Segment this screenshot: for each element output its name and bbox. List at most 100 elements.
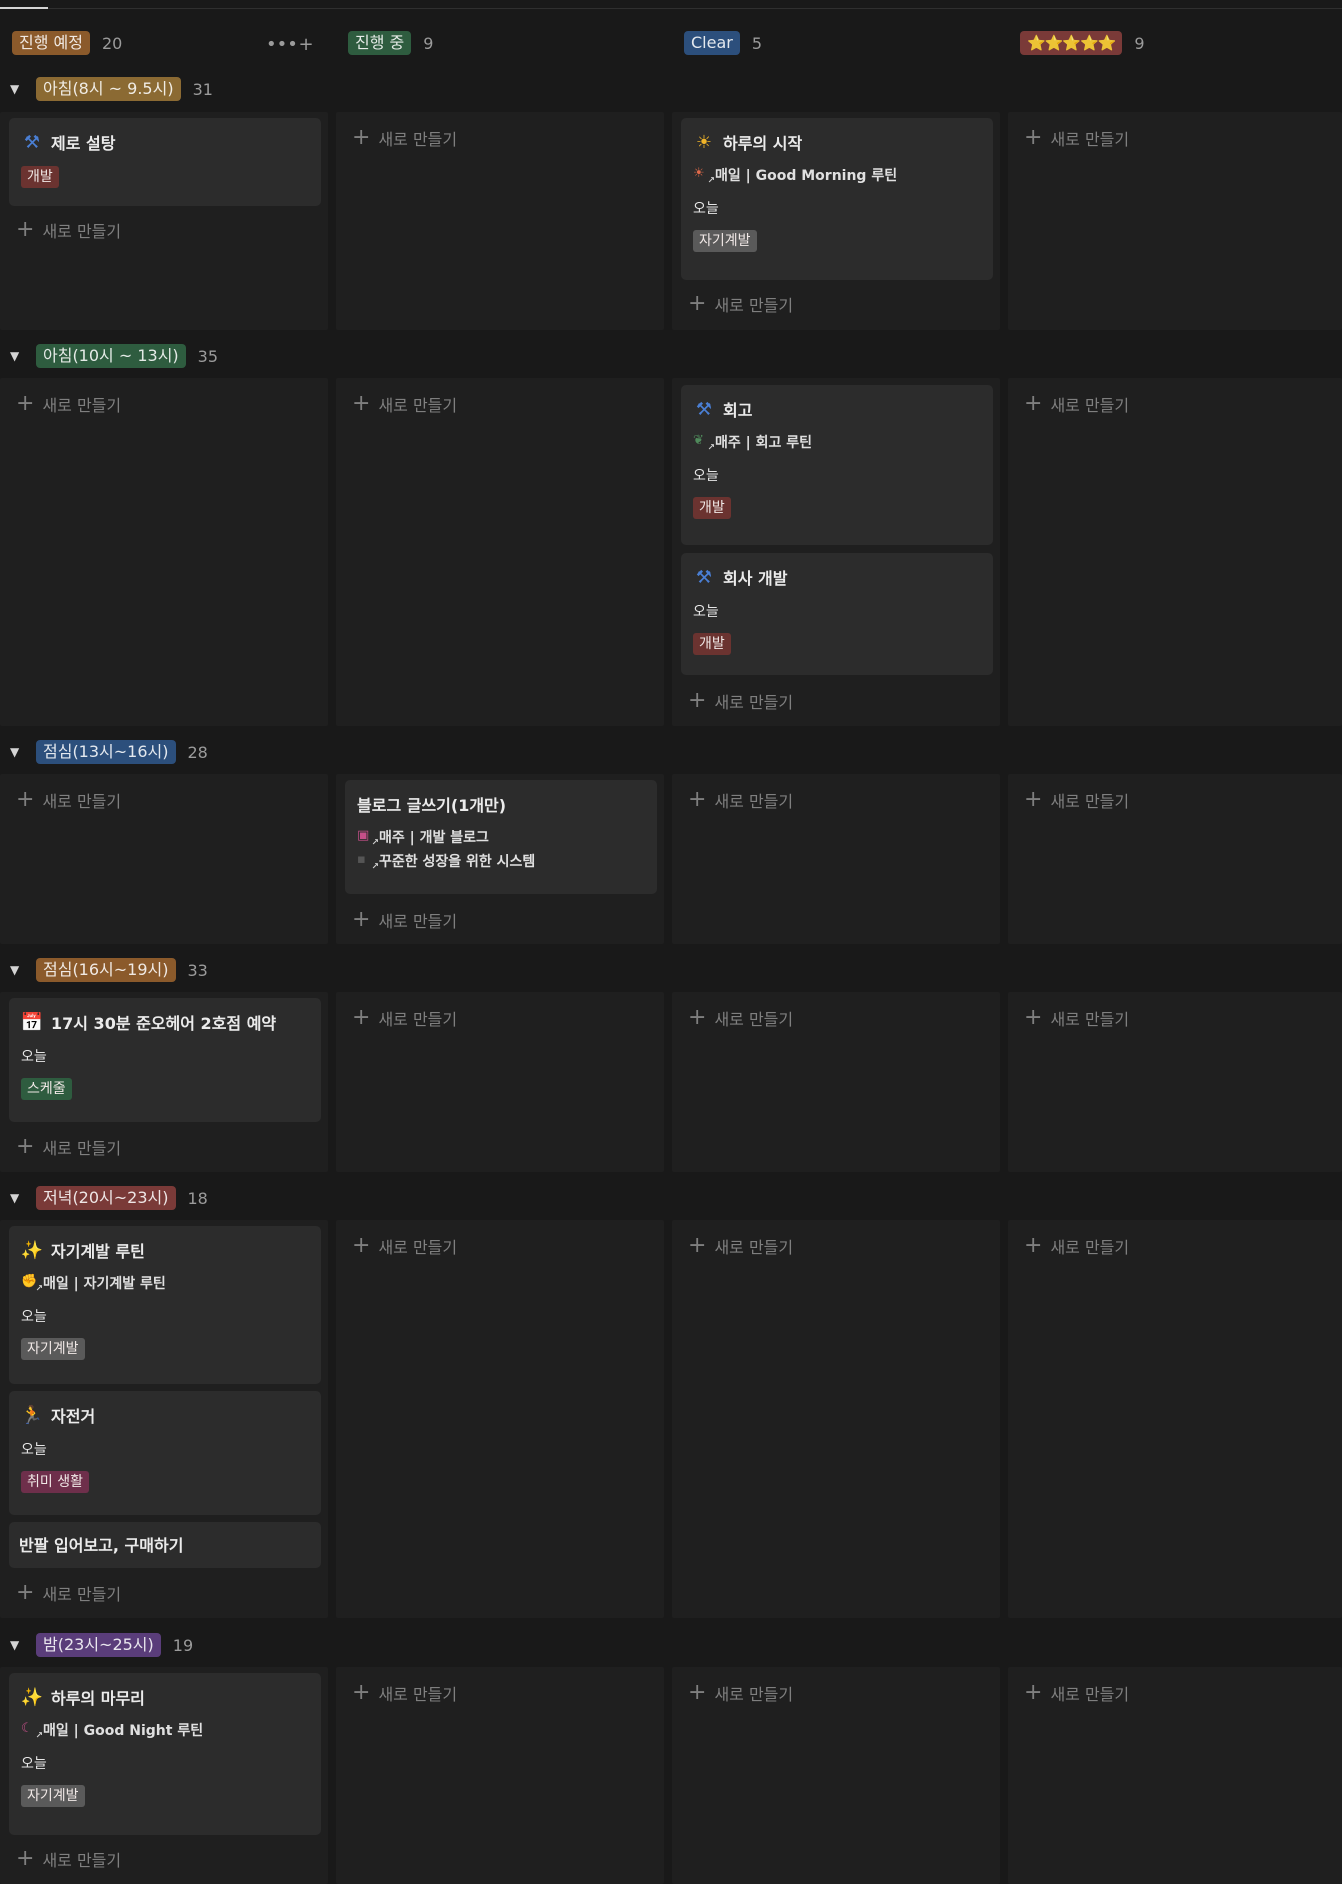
column-count: 9	[423, 33, 434, 53]
collapse-triangle-icon[interactable]: ▼	[10, 1638, 26, 1652]
new-item-button[interactable]: + 새로 만들기	[1024, 392, 1129, 416]
column-header-todo[interactable]: 진행 예정 20	[12, 30, 122, 56]
board-cell	[672, 1220, 1000, 1618]
new-item-button[interactable]: + 새로 만들기	[352, 908, 457, 932]
card-self-dev-routine[interactable]: ✨ 자기계발 루틴 ✊ ↗ 매일 | 자기계발 루틴 오늘 자기계발	[9, 1226, 321, 1384]
plus-icon: +	[688, 1005, 707, 1030]
new-item-button[interactable]: + 새로 만들기	[16, 392, 121, 416]
card-bicycle[interactable]: 🏃 자전거 오늘 취미 생활	[9, 1391, 321, 1515]
column-tag: 진행 예정	[12, 31, 90, 55]
card-title: 자기계발 루틴	[51, 1242, 145, 1261]
new-item-label: 새로 만들기	[378, 1685, 458, 1704]
relation-link[interactable]: ✊ ↗ 매일 | 자기계발 루틴	[21, 1272, 309, 1294]
board-cell	[336, 378, 664, 726]
relation-link[interactable]: ▪ ↗ 꾸준한 성장을 위한 시스템	[357, 850, 645, 872]
leaf-icon: ❦ ↗	[693, 433, 715, 453]
card-end-of-day[interactable]: ✨ 하루의 마무리 ☾ ↗ 매일 | Good Night 루틴 오늘 자기계발	[9, 1673, 321, 1835]
collapse-triangle-icon[interactable]: ▼	[10, 963, 26, 977]
new-item-label: 새로 만들기	[42, 396, 122, 415]
relation-link[interactable]: ☀ ↗ 매일 | Good Morning 루틴	[693, 164, 981, 186]
new-item-button[interactable]: + 새로 만들기	[352, 126, 457, 150]
new-item-button[interactable]: + 새로 만들기	[1024, 788, 1129, 812]
relation-link[interactable]: ▣ ↗ 매주 | 개발 블로그	[357, 826, 645, 848]
plus-icon: +	[688, 1680, 707, 1705]
collapse-triangle-icon[interactable]: ▼	[10, 82, 26, 96]
new-item-label: 새로 만들기	[714, 296, 794, 315]
new-item-button[interactable]: + 새로 만들기	[688, 292, 793, 316]
new-item-label: 새로 만들기	[1050, 1010, 1130, 1029]
sun-icon: ☀	[695, 131, 713, 153]
new-item-button[interactable]: + 새로 만들기	[16, 1847, 121, 1871]
calendar-icon: 📅	[20, 1011, 44, 1033]
tag-chip: 자기계발	[693, 230, 757, 252]
new-item-button[interactable]: + 새로 만들기	[688, 1006, 793, 1030]
plus-icon: +	[352, 907, 371, 932]
plus-icon: +	[352, 125, 371, 150]
card-blog-writing[interactable]: 블로그 글쓰기(1개만) ▣ ↗ 매주 | 개발 블로그 ▪ ↗ 꾸준한 성장을 위한 …	[345, 780, 657, 894]
new-item-label: 새로 만들기	[1050, 1238, 1130, 1257]
plus-icon: +	[688, 291, 707, 316]
new-item-button[interactable]: + 새로 만들기	[688, 689, 793, 713]
group-tag: 밤(23시~25시)	[36, 1633, 161, 1657]
new-item-button[interactable]: + 새로 만들기	[688, 1234, 793, 1258]
more-dots-icon[interactable]: •••	[266, 34, 298, 55]
relation-label: 매일 | Good Morning 루틴	[715, 168, 898, 184]
board-cell	[0, 378, 328, 726]
hammer-icon: ⚒	[695, 566, 713, 588]
new-item-label: 새로 만들기	[1050, 396, 1130, 415]
column-count: 9	[1134, 33, 1145, 53]
card-hair-reservation[interactable]: 📅 17시 30분 준오헤어 2호점 예약 오늘 스케줄	[9, 998, 321, 1122]
new-item-button[interactable]: + 새로 만들기	[352, 1234, 457, 1258]
column-header-clear[interactable]: Clear 5	[684, 30, 762, 56]
muscle-icon: ✊ ↗	[21, 1274, 43, 1294]
new-item-button[interactable]: + 새로 만들기	[352, 1006, 457, 1030]
card-company-dev[interactable]: ⚒ 회사 개발 오늘 개발	[681, 553, 993, 675]
new-item-button[interactable]: + 새로 만들기	[16, 1135, 121, 1159]
new-item-label: 새로 만들기	[1050, 792, 1130, 811]
group-header-night[interactable]: ▼ 밤(23시~25시) 19	[10, 1632, 193, 1658]
card-start-of-day[interactable]: ☀ 하루의 시작 ☀ ↗ 매일 | Good Morning 루틴 오늘 자기계발	[681, 118, 993, 280]
collapse-triangle-icon[interactable]: ▼	[10, 745, 26, 759]
column-actions: ••• +	[266, 34, 316, 55]
date-value: 오늘	[21, 1442, 47, 1458]
group-header-morning-2[interactable]: ▼ 아침(10시 ~ 13시) 35	[10, 343, 218, 369]
new-item-button[interactable]: + 새로 만들기	[16, 218, 121, 242]
active-tab-indicator	[0, 7, 48, 9]
new-item-button[interactable]: + 새로 만들기	[352, 392, 457, 416]
new-item-button[interactable]: + 새로 만들기	[1024, 126, 1129, 150]
plus-icon: +	[16, 1580, 35, 1605]
relation-label: 매주 | 회고 루틴	[715, 435, 813, 451]
group-header-evening[interactable]: ▼ 저녁(20시~23시) 18	[10, 1185, 208, 1211]
card-title: 하루의 마무리	[51, 1689, 145, 1708]
relation-link[interactable]: ❦ ↗ 매주 | 회고 루틴	[693, 431, 981, 453]
plus-icon: +	[1024, 787, 1043, 812]
plus-icon[interactable]: +	[296, 34, 316, 55]
board-cell	[336, 1220, 664, 1618]
date-value: 오늘	[693, 201, 719, 217]
new-item-button[interactable]: + 새로 만들기	[688, 1681, 793, 1705]
card-title: 블로그 글쓰기(1개만)	[357, 796, 507, 815]
column-count: 20	[101, 33, 123, 53]
new-item-label: 새로 만들기	[42, 792, 122, 811]
new-item-button[interactable]: + 새로 만들기	[16, 788, 121, 812]
new-item-button[interactable]: + 새로 만들기	[16, 1581, 121, 1605]
card-zero-sugar[interactable]: ⚒ 제로 설탕 개발	[9, 118, 321, 206]
relation-link[interactable]: ☾ ↗ 매일 | Good Night 루틴	[21, 1719, 309, 1741]
card-retrospective[interactable]: ⚒ 회고 ❦ ↗ 매주 | 회고 루틴 오늘 개발	[681, 385, 993, 545]
new-item-button[interactable]: + 새로 만들기	[1024, 1681, 1129, 1705]
plus-icon: +	[688, 688, 707, 713]
new-item-button[interactable]: + 새로 만들기	[352, 1681, 457, 1705]
column-header-in-progress[interactable]: 진행 중 9	[348, 30, 433, 56]
new-item-button[interactable]: + 새로 만들기	[688, 788, 793, 812]
collapse-triangle-icon[interactable]: ▼	[10, 1191, 26, 1205]
new-item-button[interactable]: + 새로 만들기	[1024, 1234, 1129, 1258]
card-short-sleeves[interactable]: 반팔 입어보고, 구매하기	[9, 1522, 321, 1568]
column-header-stars[interactable]: ⭐⭐⭐⭐⭐ 9	[1020, 30, 1145, 56]
collapse-triangle-icon[interactable]: ▼	[10, 349, 26, 363]
new-item-button[interactable]: + 새로 만들기	[1024, 1006, 1129, 1030]
group-header-lunch-1[interactable]: ▼ 점심(13시~16시) 28	[10, 739, 208, 765]
column-tag: Clear	[684, 31, 740, 55]
group-header-lunch-2[interactable]: ▼ 점심(16시~19시) 33	[10, 957, 208, 983]
tag-chip: 개발	[693, 497, 731, 519]
group-header-morning-1[interactable]: ▼ 아침(8시 ~ 9.5시) 31	[10, 76, 213, 102]
